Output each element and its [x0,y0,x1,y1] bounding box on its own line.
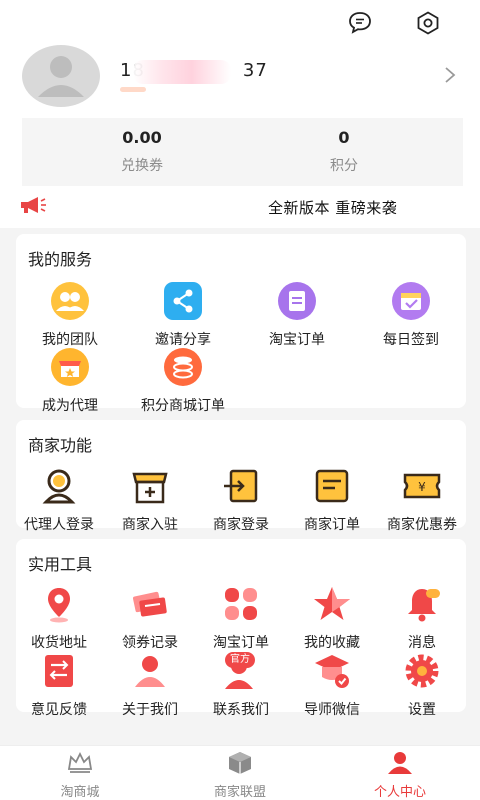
tools-title: 实用工具 [28,555,93,574]
stats-panel: 0.00 兑换券 0 积分 [22,118,463,186]
tab-label: 淘商城 [60,785,100,800]
tab-label: 个人中心 [373,785,426,800]
order-list-icon [278,282,316,320]
tool-label: 设置 [408,702,436,718]
service-points-mall-orders[interactable]: 积分商城订单 [128,347,238,415]
tool-label: 消息 [408,635,436,651]
merchant-coupons[interactable]: ¥ 商家优惠券 [367,466,477,534]
location-pin-icon [48,588,70,623]
tool-messages[interactable]: 消息 [367,584,477,652]
service-taobao-orders[interactable]: 淘宝订单 [242,281,352,349]
tab-personal-center[interactable]: 个人中心 [320,751,480,800]
tab-taomall[interactable]: 淘商城 [0,751,160,800]
grid-apps-icon [225,588,257,620]
gear-icon [405,654,439,688]
coupon-value: 0.00 [122,128,162,147]
tickets-icon [132,591,167,617]
service-label: 积分商城订单 [141,398,225,414]
services-title: 我的服务 [28,250,93,269]
svg-text:¥: ¥ [418,480,426,494]
coupon-stat[interactable]: 0.00 兑换券 [62,128,222,175]
official-badge: 官方 [225,652,255,668]
service-label: 成为代理 [42,398,98,414]
notice-text[interactable]: 全新版本 重磅来袭 [268,197,397,218]
merchant-title: 商家功能 [28,436,93,455]
agent-person-icon [42,469,76,504]
merchant-card: 商家功能 代理人登录 商家入驻 商家登录 商家订单 ¥ 商家优惠券 [16,420,466,533]
service-become-agent[interactable]: 成为代理 [15,347,125,415]
tab-label: 商家联盟 [213,785,266,800]
bottom-tab-bar: 淘商城 商家联盟 个人中心 [0,745,480,800]
service-label: 每日签到 [383,332,439,348]
crown-icon [67,751,93,773]
avatar[interactable] [22,45,100,107]
coupon-label: 兑换券 [121,158,163,174]
order-sheet-icon [315,469,349,503]
login-door-icon [224,469,258,503]
services-card: 我的服务 我的团队 邀请分享 淘宝订单 每日签到 成为代理 积分商城订单 [15,234,466,414]
tool-settings[interactable]: 设置 [367,651,477,719]
yen-coupon-icon: ¥ [403,473,441,499]
service-daily-checkin[interactable]: 每日签到 [356,281,466,349]
tools-card: 实用工具 收货地址 领券记录 淘宝订单 我的收藏 消息 意见反馈 关于我们 联系… [16,539,466,718]
share-icon [164,282,202,320]
person-icon [135,656,165,687]
phone-suffix: 37 [242,60,268,81]
settings-hexagon-icon[interactable] [415,10,441,36]
calendar-check-icon [392,282,430,320]
shop-icon [132,472,168,504]
points-label: 积分 [330,158,358,174]
tab-merchant-alliance[interactable]: 商家联盟 [160,751,320,800]
coins-stack-icon [164,348,202,386]
megaphone-icon [21,197,46,213]
points-stat[interactable]: 0 积分 [264,128,424,175]
service-invite-share[interactable]: 邀请分享 [128,281,238,349]
cube-icon [229,752,251,774]
merchant-label: 商家优惠券 [387,517,457,533]
graduation-cap-icon [315,655,349,688]
bell-icon [408,589,440,622]
service-my-team[interactable]: 我的团队 [15,281,125,349]
service-label: 淘宝订单 [269,332,325,348]
profile-header: 1837 0.00 兑换券 0 积分 全新版本 重磅来袭 [0,0,480,228]
star-icon [314,587,350,620]
user-profile-icon [388,752,412,774]
phone-mask-strip [120,87,146,92]
service-label: 邀请分享 [155,332,211,348]
team-icon [51,282,89,320]
phone-mask [133,60,231,84]
points-value: 0 [338,128,350,147]
feedback-icon [45,655,73,687]
chat-icon[interactable] [347,10,373,36]
service-label: 我的团队 [42,332,98,348]
chevron-right-icon[interactable] [443,66,457,84]
store-icon [51,348,89,386]
